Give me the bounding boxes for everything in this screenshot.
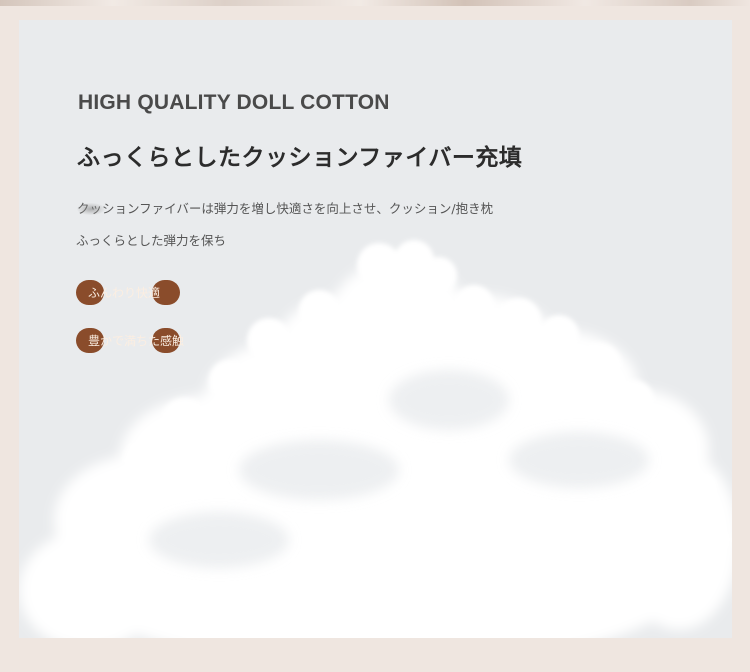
- headline-english: HIGH QUALITY DOLL COTTON: [78, 91, 390, 114]
- description-line-1: クッションファイバーは弾力を増し快適さを向上させ、クッション/抱き枕: [77, 201, 494, 216]
- headline-japanese: ふっくらとしたクッションファイバー充填: [77, 145, 523, 171]
- product-feature-card: HIGH QUALITY DOLL COTTON ふっくらとしたクッションファイ…: [19, 20, 732, 638]
- feature-badge-label: 豊かで満ちた感触: [88, 334, 185, 348]
- feature-badge-label: ふんわり快適: [88, 286, 161, 300]
- image-smudge: [77, 203, 105, 215]
- feature-badge-rich-feel: 豊かで満ちた感触: [76, 328, 185, 353]
- feature-badge-soft-comfort: ふんわり快適: [76, 280, 182, 305]
- top-image-strip: [0, 0, 750, 6]
- description-line-2: ふっくらとした弾力を保ち: [76, 233, 227, 248]
